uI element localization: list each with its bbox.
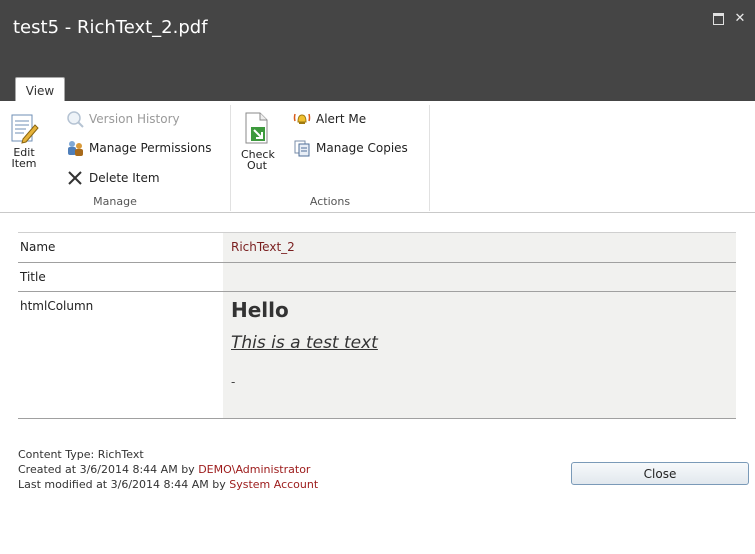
actions-group-label: Actions — [309, 195, 351, 208]
check-out-button[interactable]: Check Out — [241, 111, 275, 172]
edit-item-label-2: Item — [11, 157, 37, 170]
created-line: Created at 3/6/2014 8:44 AM by DEMO\Admi… — [18, 462, 318, 477]
ribbon-group-manage: Edit Item Version History Manage Permiss… — [0, 105, 231, 211]
version-history-button[interactable]: Version History — [66, 109, 180, 129]
item-info: Content Type: RichText Created at 3/6/20… — [18, 447, 318, 492]
property-row-htmlcolumn: htmlColumn Hello This is a test text - — [18, 292, 736, 419]
manage-permissions-icon — [66, 139, 84, 157]
name-label: Name — [20, 240, 56, 254]
modified-prefix: Last modified at 3/6/2014 8:44 AM by — [18, 478, 230, 491]
delete-icon — [66, 169, 84, 187]
htmlcolumn-label: htmlColumn — [20, 299, 94, 313]
modified-line: Last modified at 3/6/2014 8:44 AM by Sys… — [18, 477, 318, 492]
alert-icon — [293, 110, 311, 128]
maximize-icon[interactable] — [711, 12, 725, 26]
property-row-name: Name RichText_2 — [18, 233, 736, 263]
edit-item-icon — [9, 113, 39, 145]
content-type: Content Type: RichText — [18, 448, 144, 461]
manage-copies-label: Manage Copies — [316, 141, 408, 155]
ribbon-group-actions: Check Out Alert Me Manage Copies Actions — [231, 105, 430, 211]
name-value: RichText_2 — [223, 233, 736, 262]
properties-table: Name RichText_2 Title htmlColumn Hello T… — [18, 232, 736, 419]
check-out-icon — [242, 111, 272, 147]
edit-item-button[interactable]: Edit Item — [8, 113, 40, 169]
manage-copies-button[interactable]: Manage Copies — [293, 138, 408, 158]
manage-permissions-label: Manage Permissions — [89, 141, 212, 155]
title-value — [223, 263, 736, 291]
delete-item-label: Delete Item — [89, 171, 160, 185]
tab-view[interactable]: View — [15, 77, 65, 104]
alert-me-label: Alert Me — [316, 112, 367, 126]
title-bar: test5 - RichText_2.pdf ✕ View — [0, 0, 755, 104]
property-row-title: Title — [18, 263, 736, 292]
htmlcolumn-value: Hello This is a test text - — [223, 292, 736, 418]
created-by-link[interactable]: DEMO\Administrator — [198, 463, 310, 476]
version-history-icon — [66, 110, 84, 128]
rich-text-body: This is a test text — [231, 333, 378, 353]
manage-permissions-button[interactable]: Manage Permissions — [66, 138, 211, 158]
manage-copies-icon — [293, 139, 311, 157]
close-button[interactable]: Close — [571, 462, 749, 485]
manage-group-label: Manage — [93, 195, 137, 208]
close-icon[interactable]: ✕ — [733, 12, 747, 26]
check-out-label-2: Out — [247, 159, 267, 172]
delete-item-button[interactable]: Delete Item — [66, 168, 160, 188]
window-title: test5 - RichText_2.pdf — [13, 17, 208, 38]
window-controls: ✕ — [711, 12, 747, 26]
created-prefix: Created at 3/6/2014 8:44 AM by — [18, 463, 199, 476]
alert-me-button[interactable]: Alert Me — [293, 109, 366, 129]
ribbon: Edit Item Version History Manage Permiss… — [0, 101, 755, 213]
title-label: Title — [20, 270, 46, 284]
modified-by-link[interactable]: System Account — [229, 478, 318, 491]
rich-text-dash: - — [231, 375, 236, 389]
version-history-label: Version History — [89, 112, 180, 126]
rich-text-heading: Hello — [231, 298, 289, 322]
